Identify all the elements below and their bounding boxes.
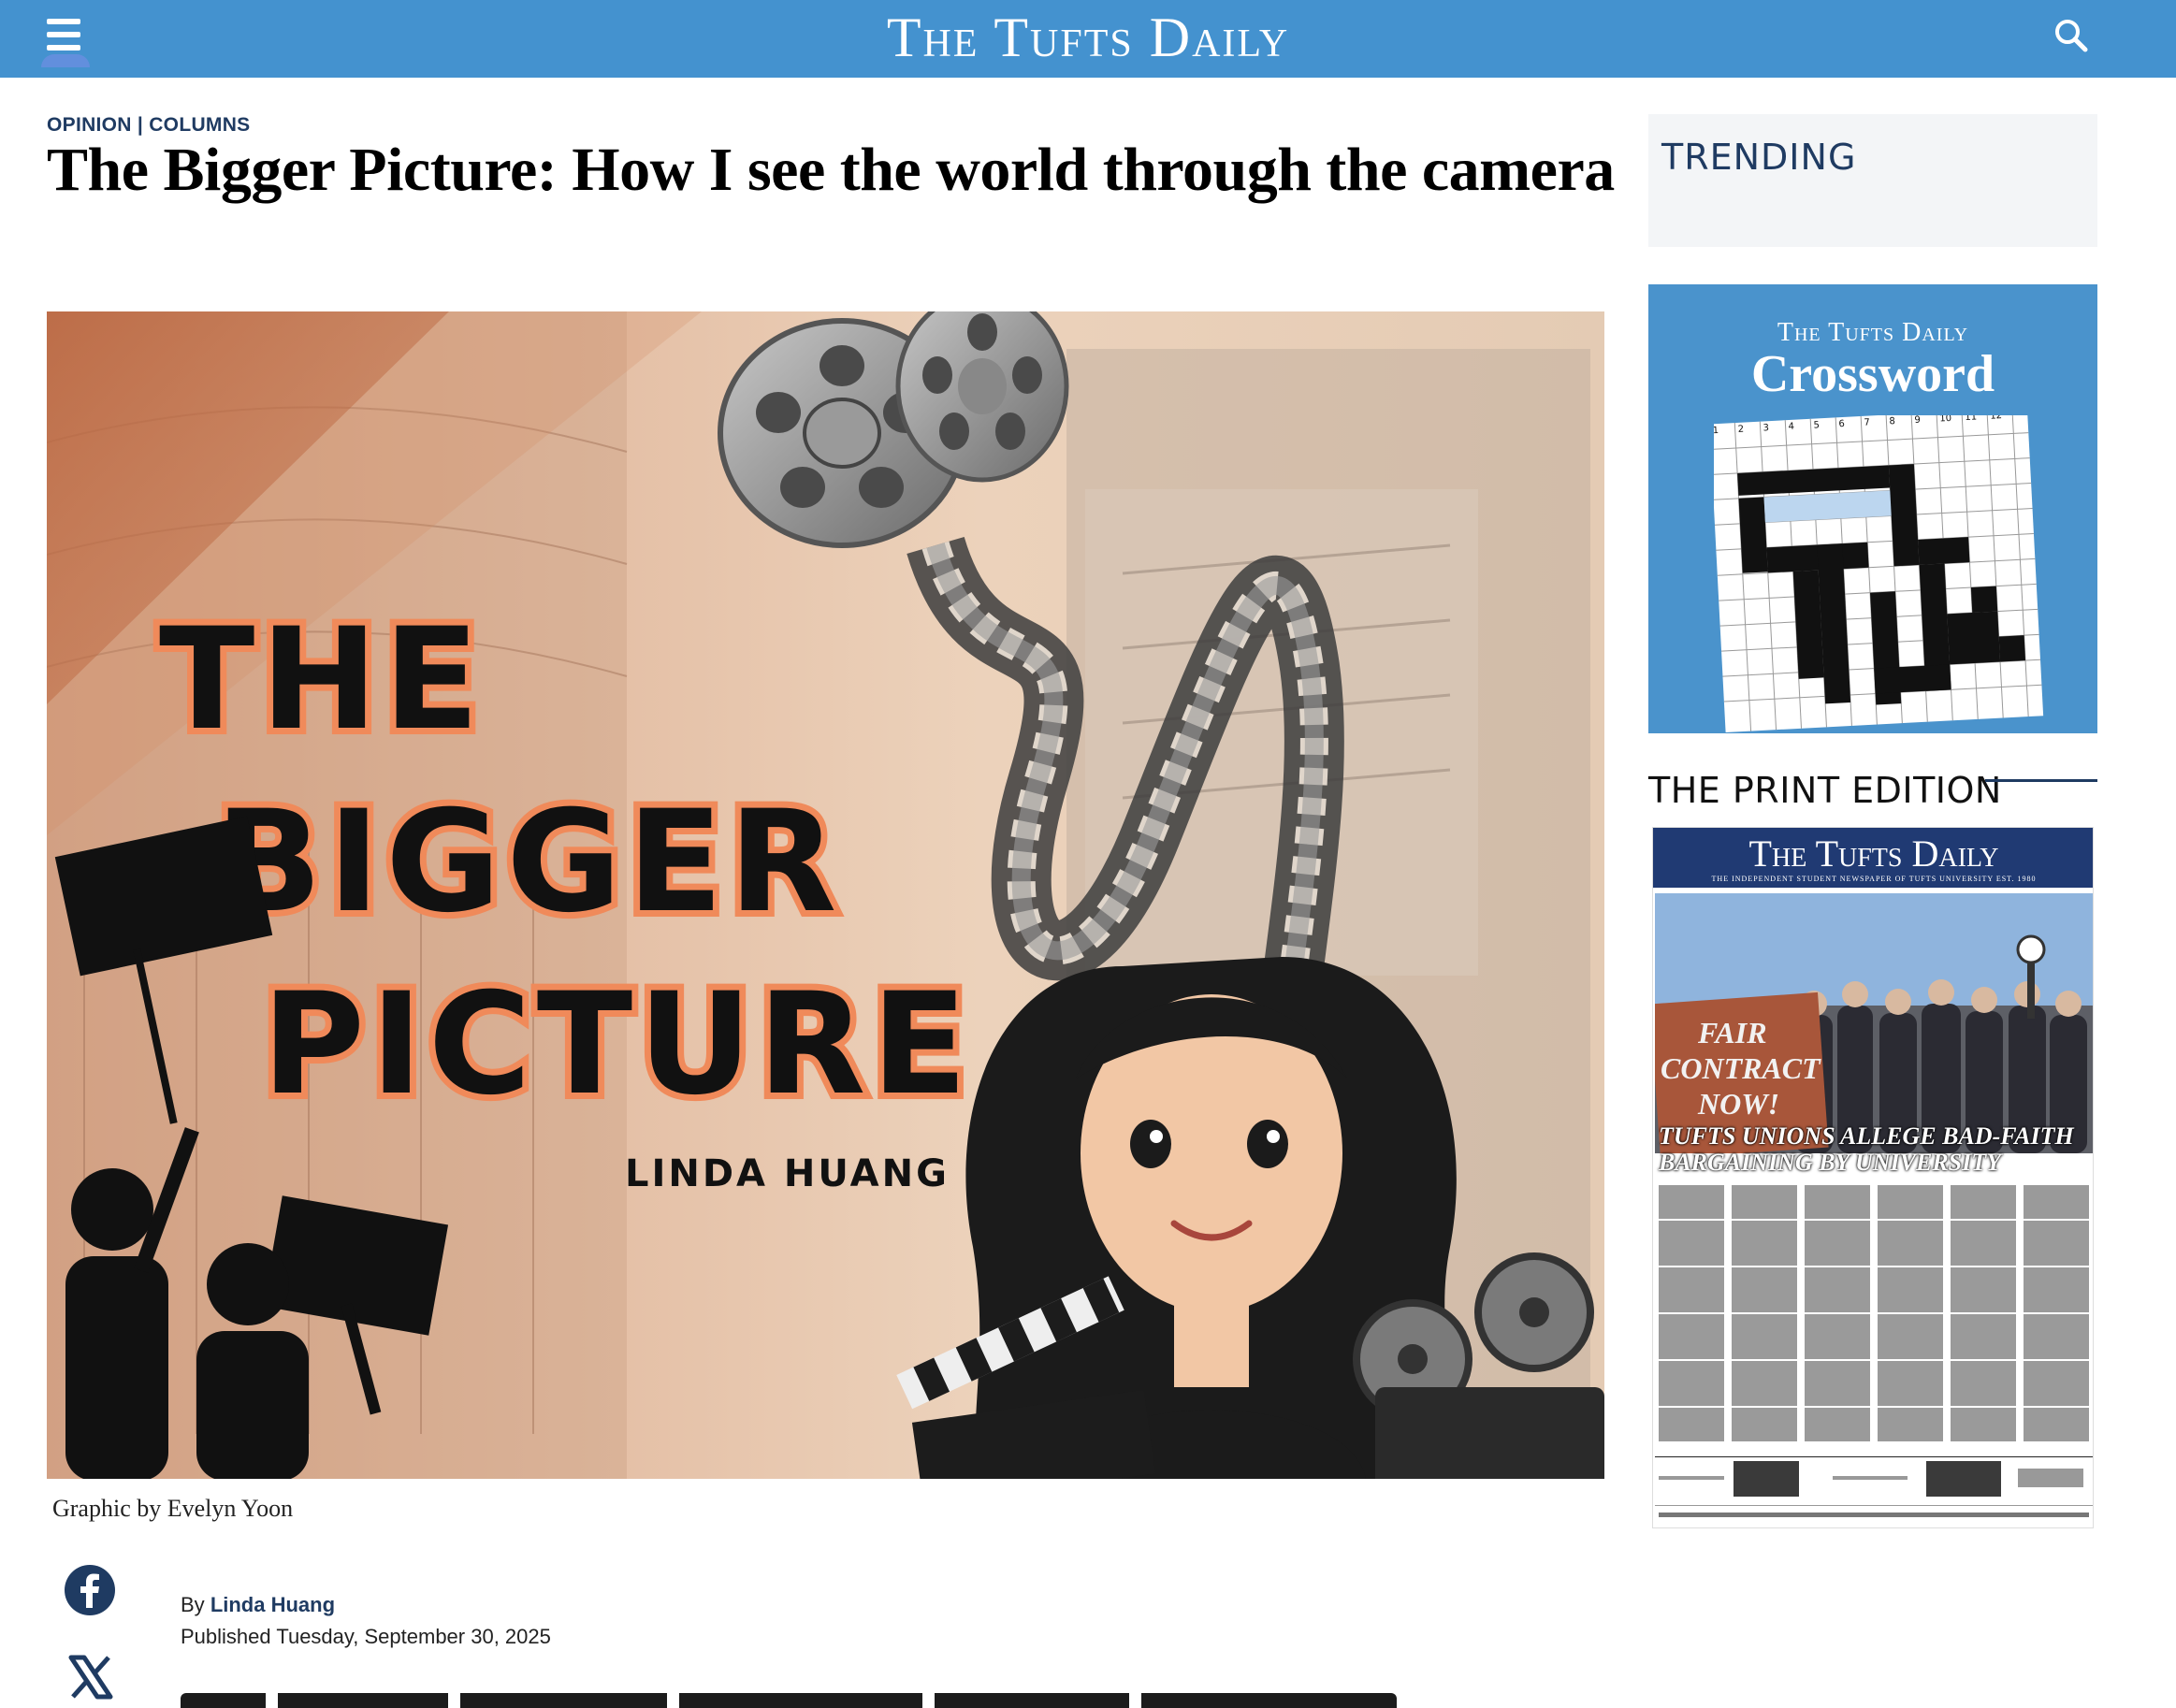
print-masthead-subtitle: THE INDEPENDENT STUDENT NEWSPAPER OF TUF… xyxy=(1711,875,2037,883)
author-link[interactable]: Linda Huang xyxy=(210,1593,335,1616)
svg-text:10: 10 xyxy=(1939,415,1951,425)
hero-author-name: LINDA HUANG xyxy=(625,1152,950,1195)
banner-text: CONTRACT xyxy=(1661,1051,1821,1085)
hero-title-line: PICTURE xyxy=(262,963,973,1126)
print-cover-headline: TUFTS UNIONS ALLEGE BAD-FAITH BARGAINING… xyxy=(1659,1122,2074,1176)
x-twitter-icon[interactable] xyxy=(67,1654,114,1701)
byline: By Linda Huang xyxy=(181,1593,335,1617)
hero-title-line: THE xyxy=(159,599,485,761)
print-cover-photo: FAIR CONTRACT NOW! xyxy=(1655,893,2093,1153)
hero-title-line: BIGGER xyxy=(215,781,842,944)
banner-text: FAIR xyxy=(1697,1016,1767,1049)
svg-text:6: 6 xyxy=(1838,419,1845,429)
svg-text:11: 11 xyxy=(1965,415,1977,423)
facebook-icon[interactable] xyxy=(64,1564,116,1616)
article-headline: The Bigger Picture: How I see the world … xyxy=(47,136,1615,204)
site-masthead[interactable]: The Tufts Daily xyxy=(0,0,2176,75)
top-navigation-bar: The Tufts Daily xyxy=(0,0,2176,78)
print-cover-footer xyxy=(1655,1505,2093,1524)
svg-text:7: 7 xyxy=(1864,417,1870,427)
print-cover-teasers xyxy=(1655,1456,2093,1499)
hero-graphic: THE BIGGER PICTURE LINDA HUANG xyxy=(47,311,1604,1479)
crossword-grid-graphic: 1 2 3 4 5 6 7 8 9 10 11 12 xyxy=(1714,415,2044,732)
svg-text:4: 4 xyxy=(1788,422,1794,432)
trending-title: TRENDING xyxy=(1661,137,1857,178)
print-cover-columns xyxy=(1659,1181,2089,1445)
crossword-title: Crossword xyxy=(1750,345,1995,403)
image-caption: Graphic by Evelyn Yoon xyxy=(52,1495,294,1522)
svg-text:2: 2 xyxy=(1737,425,1744,435)
search-icon[interactable] xyxy=(2051,15,2092,56)
byline-prefix: By xyxy=(181,1593,205,1616)
banner-text: NOW! xyxy=(1697,1087,1779,1121)
section-label[interactable]: OPINION | COLUMNS xyxy=(47,114,250,137)
published-date: Published Tuesday, September 30, 2025 xyxy=(181,1625,551,1648)
svg-text:12: 12 xyxy=(1990,415,2002,422)
article-body-preview xyxy=(181,1693,1397,1708)
print-edition-cover[interactable]: The Tufts Daily THE INDEPENDENT STUDENT … xyxy=(1652,827,2094,1528)
print-edition-title: THE PRINT EDITION xyxy=(1648,770,2002,811)
svg-text:5: 5 xyxy=(1813,420,1820,430)
crossword-promo[interactable]: The Tufts Daily Crossword 1 2 3 4 5 6 7 … xyxy=(1648,284,2097,733)
svg-text:3: 3 xyxy=(1763,423,1769,433)
svg-text:8: 8 xyxy=(1889,416,1895,427)
svg-text:9: 9 xyxy=(1914,415,1921,426)
svg-text:1: 1 xyxy=(1714,426,1719,436)
print-masthead-bar: The Tufts Daily THE INDEPENDENT STUDENT … xyxy=(1653,828,2093,888)
print-masthead: The Tufts Daily xyxy=(1748,832,1999,875)
section-divider xyxy=(1985,779,2097,782)
trending-widget: TRENDING xyxy=(1648,114,2097,247)
